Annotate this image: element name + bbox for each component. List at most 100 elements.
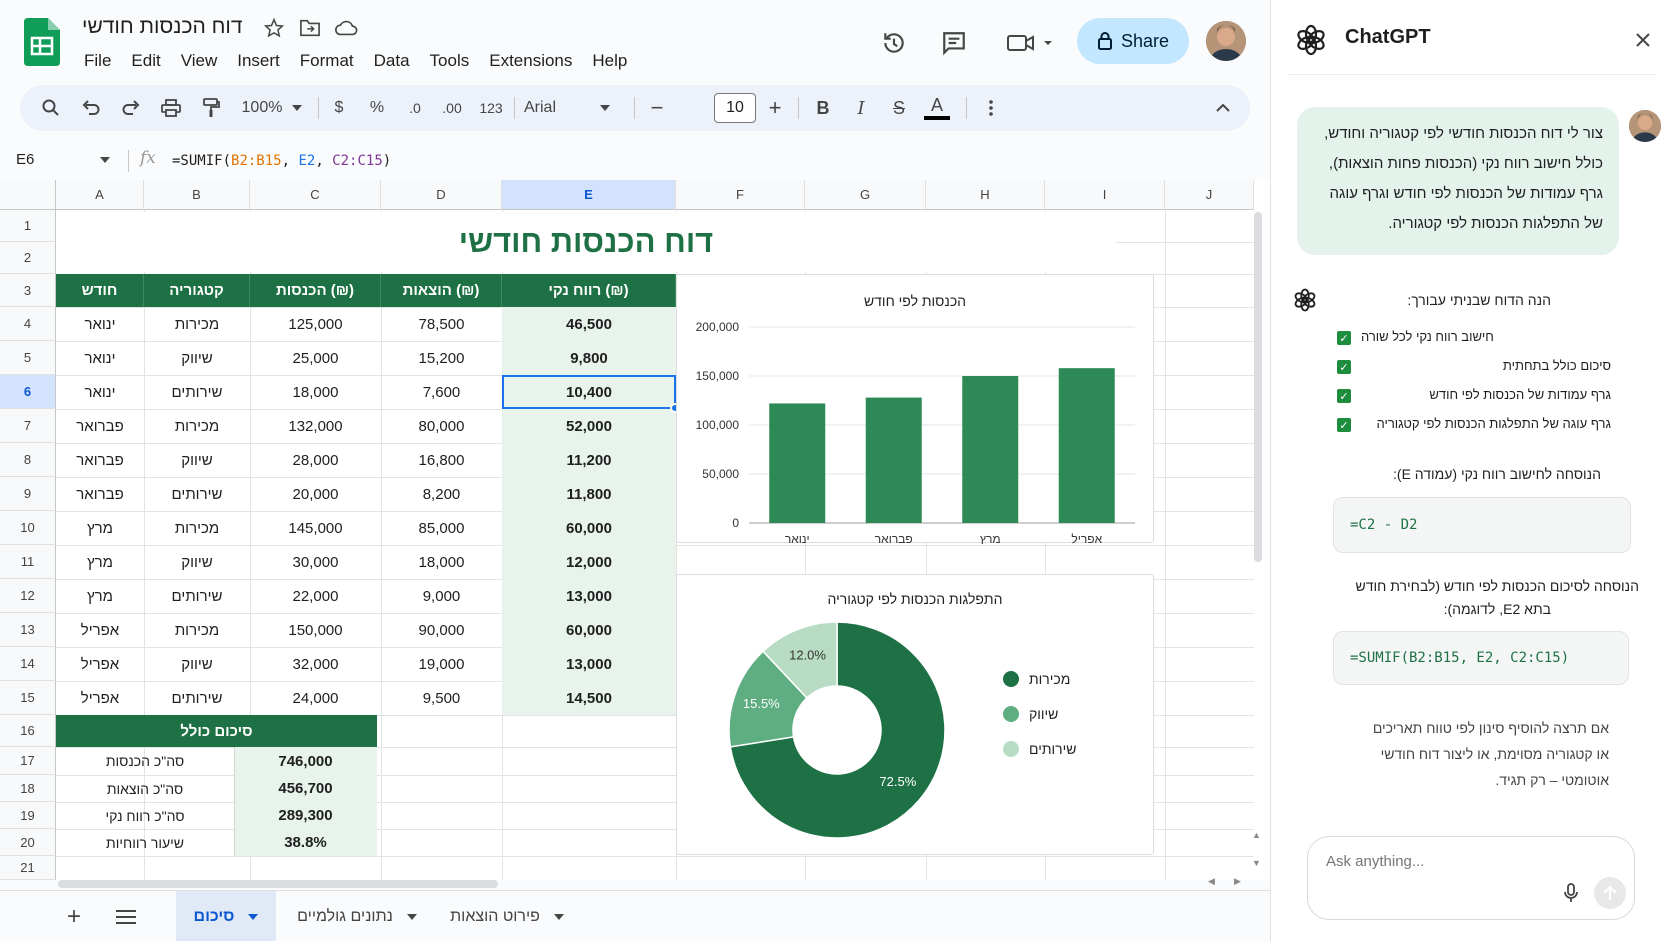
ask-input[interactable] [1326,849,1586,873]
table-cell[interactable]: 60,000 [502,511,676,545]
table-cell[interactable]: 7,600 [381,375,502,409]
table-cell[interactable]: 22,000 [250,579,381,613]
name-box-chevron-down-icon[interactable] [100,157,110,163]
bar-chart-bar[interactable] [962,376,1019,523]
pie-legend-label[interactable]: מכירות [1029,671,1070,687]
table-cell[interactable]: 16,800 [381,443,502,477]
tab-summary-chevron-down-icon[interactable] [248,913,259,920]
table-header-cell[interactable]: חודש [56,274,144,307]
scroll-left-icon[interactable]: ◀ [1208,876,1215,887]
table-cell[interactable]: 132,000 [250,409,381,443]
tab-summary[interactable]: סיכום [176,891,276,941]
row-header[interactable]: 10 [0,511,56,545]
font-chevron-down-icon[interactable] [596,85,614,131]
table-header-cell[interactable]: הכנסות (₪) [250,274,381,307]
table-cell[interactable]: מכירות [144,613,250,647]
menu-tools[interactable]: Tools [420,48,480,74]
horizontal-scrollbar[interactable] [58,880,498,888]
redo-icon[interactable] [116,85,146,131]
row-header[interactable]: 20 [0,829,56,856]
summary-value[interactable]: 456,700 [234,775,377,802]
table-cell[interactable]: 24,000 [250,681,381,715]
pie-chart[interactable]: התפלגות הכנסות לפי קטגוריה 72.5% 15.5% 12.0… [676,574,1154,855]
code-block-net[interactable]: =C2 - D2 [1333,497,1631,553]
table-cell[interactable]: 28,000 [250,443,381,477]
table-cell[interactable]: 80,000 [381,409,502,443]
sheets-logo-icon[interactable] [24,18,60,66]
table-cell[interactable]: 46,500 [502,307,676,341]
code-block-sumif[interactable]: =SUMIF(B2:B15, E2, C2:C15) [1333,631,1629,685]
column-header[interactable]: G [805,180,926,210]
table-cell[interactable]: 15,200 [381,341,502,375]
table-cell[interactable]: שיווק [144,545,250,579]
selected-cell-outline[interactable] [502,375,676,409]
table-cell[interactable]: מכירות [144,307,250,341]
table-cell[interactable]: 150,000 [250,613,381,647]
table-cell[interactable]: 11,200 [502,443,676,477]
cloud-status-icon[interactable] [334,16,358,40]
table-cell[interactable]: 9,800 [502,341,676,375]
column-header[interactable]: H [926,180,1045,210]
format-currency-button[interactable]: $ [324,85,354,131]
menu-view[interactable]: View [171,48,228,74]
column-header[interactable]: E [502,180,676,210]
table-cell[interactable]: 14,500 [502,681,676,715]
table-cell[interactable]: מרץ [56,579,144,613]
scroll-down-icon[interactable]: ▼ [1252,858,1261,868]
tab-expense-details[interactable]: פירוט הוצאות [440,891,574,941]
undo-icon[interactable] [76,85,106,131]
strikethrough-button[interactable]: S [884,85,914,131]
row-header[interactable]: 15 [0,681,56,715]
star-icon[interactable] [262,16,286,40]
spreadsheet-grid[interactable]: A B C D E F G H I J 1 2 3 4 5 6 7 8 9 10 11 12 13 14 15 16 17 18 19 2… [0,180,1270,880]
paint-format-icon[interactable] [196,85,226,131]
all-sheets-icon[interactable] [110,891,142,941]
menu-edit[interactable]: Edit [121,48,170,74]
table-header-cell[interactable]: קטגוריה [144,274,250,307]
summary-value[interactable]: 289,300 [234,802,377,829]
row-header[interactable]: 2 [0,242,56,274]
column-header[interactable]: A [56,180,144,210]
row-header[interactable]: 7 [0,409,56,443]
vertical-scrollbar[interactable] [1254,212,1262,562]
table-cell[interactable]: 78,500 [381,307,502,341]
table-header-cell[interactable]: הוצאות (₪) [381,274,502,307]
tab-raw-data-chevron-down-icon[interactable] [406,913,417,920]
table-cell[interactable]: מכירות [144,511,250,545]
menu-extensions[interactable]: Extensions [479,48,582,74]
table-cell[interactable]: 32,000 [250,647,381,681]
table-cell[interactable]: ינואר [56,307,144,341]
row-header[interactable]: 18 [0,775,56,802]
column-header[interactable]: C [250,180,381,210]
column-header[interactable]: J [1165,180,1254,210]
table-cell[interactable]: פברואר [56,477,144,511]
decrease-decimal-button[interactable]: .0 [400,85,430,131]
tab-expense-details-chevron-down-icon[interactable] [553,913,564,920]
row-header[interactable]: 17 [0,747,56,775]
row-header[interactable]: 8 [0,443,56,477]
table-cell[interactable]: מכירות [144,409,250,443]
table-cell[interactable]: מרץ [56,511,144,545]
row-header[interactable]: 13 [0,613,56,647]
row-header[interactable]: 12 [0,579,56,613]
close-icon[interactable] [1635,32,1651,48]
row-header[interactable]: 5 [0,341,56,375]
table-cell[interactable]: 85,000 [381,511,502,545]
row-header[interactable]: 19 [0,802,56,829]
more-formats-button[interactable]: 123 [474,85,508,131]
table-cell[interactable]: אפריל [56,613,144,647]
pie-legend-label[interactable]: שירותים [1029,741,1077,757]
table-cell[interactable]: שיווק [144,647,250,681]
ask-input-box[interactable] [1307,836,1635,920]
send-button[interactable] [1594,877,1626,909]
tab-raw-data[interactable]: נתונים גולמיים [288,891,426,941]
zoom-select[interactable]: 100% [236,85,288,131]
menu-file[interactable]: File [74,48,121,74]
collapse-toolbar-icon[interactable] [1208,85,1238,131]
scroll-up-icon[interactable]: ▲ [1252,830,1261,840]
column-header[interactable]: F [676,180,805,210]
zoom-chevron-down-icon[interactable] [288,85,306,131]
table-cell[interactable]: שירותים [144,579,250,613]
menu-help[interactable]: Help [582,48,637,74]
table-cell[interactable]: 30,000 [250,545,381,579]
